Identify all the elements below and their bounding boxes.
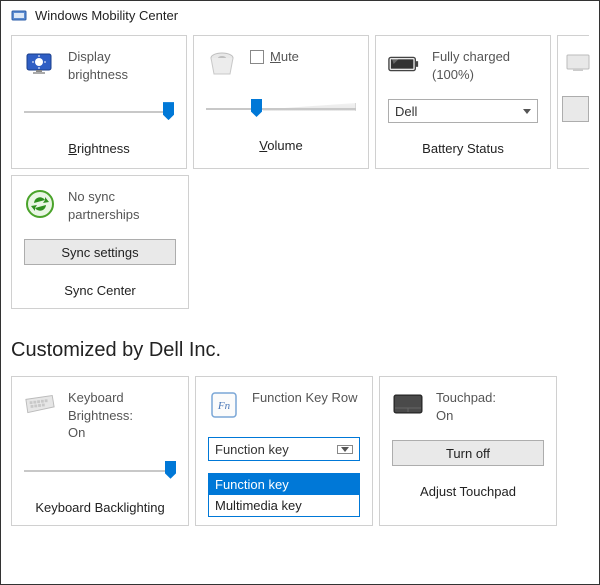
tile-control-area: [12, 89, 186, 131]
tile-touchpad: Touchpad: On Turn off Adjust Touchpad: [379, 376, 557, 526]
tile-footer: Keyboard Backlighting: [12, 490, 188, 525]
tile-header: Fully charged (100%): [376, 36, 550, 89]
label-line: partnerships: [68, 207, 140, 222]
slider-thumb[interactable]: [163, 102, 174, 120]
label-line: (100%): [432, 67, 474, 82]
tile-row-2: No sync partnerships Sync settings Sync …: [1, 169, 599, 309]
touchpad-icon: [392, 389, 424, 421]
label-line: Display: [68, 49, 111, 64]
chevron-down-icon: [523, 109, 531, 114]
speaker-icon: [206, 48, 238, 80]
tile-footer: Adjust Touchpad: [380, 474, 556, 509]
turn-off-touchpad-button[interactable]: Turn off: [392, 440, 544, 466]
tile-row-1: Display brightness Brightness: [1, 29, 599, 169]
sync-settings-button[interactable]: Sync settings: [24, 239, 176, 265]
tile-header: Mute: [194, 36, 368, 86]
tile-control-area: [12, 448, 188, 490]
slider-thumb[interactable]: [165, 461, 176, 479]
battery-icon: [388, 48, 420, 80]
tile-cutoff: [557, 35, 589, 169]
label-line: brightness: [68, 67, 128, 82]
button-label: Turn off: [446, 446, 490, 461]
brightness-icon: [24, 48, 56, 80]
tile-keyboard-backlighting: Keyboard Brightness: On Keyboard Backlig…: [11, 376, 189, 526]
tile-display-brightness: Display brightness Brightness: [11, 35, 187, 169]
tile-header: Touchpad: On: [380, 377, 556, 430]
label-line: Keyboard: [68, 390, 124, 405]
tile-control-area: Turn off: [380, 430, 556, 474]
label-line: Brightness:: [68, 408, 133, 423]
tile-control-area: Dell: [376, 89, 550, 131]
tile-label: No sync partnerships: [68, 188, 140, 223]
vendor-heading: Customized by Dell Inc.: [1, 309, 599, 370]
label-line: Fully charged: [432, 49, 510, 64]
tile-footer: Sync Center: [12, 273, 188, 308]
tile-header: No sync partnerships: [12, 176, 188, 229]
label-line: On: [68, 425, 85, 440]
footer-hotkey: B: [68, 141, 77, 156]
select-value: Function key: [215, 442, 289, 457]
label-line: No sync: [68, 189, 115, 204]
slider-thumb[interactable]: [251, 99, 262, 117]
svg-text:Fn: Fn: [217, 400, 231, 412]
power-plan-select[interactable]: Dell: [388, 99, 538, 123]
function-key-dropdown-list: Function key Multimedia key: [208, 473, 360, 517]
mobility-center-icon: [11, 7, 27, 23]
select-value: Dell: [395, 104, 417, 119]
tile-battery-status: Fully charged (100%) Dell Battery Status: [375, 35, 551, 169]
dropdown-option-function-key[interactable]: Function key: [209, 474, 359, 495]
footer-rest: rightness: [77, 141, 130, 156]
tile-header: [558, 36, 589, 86]
label-line: Touchpad:: [436, 390, 496, 405]
tile-header: Display brightness: [12, 36, 186, 89]
sync-icon: [24, 188, 56, 220]
tile-label: Fully charged (100%): [432, 48, 510, 83]
tile-label: Keyboard Brightness: On: [68, 389, 133, 442]
tile-footer: Volume: [194, 128, 368, 163]
tile-control-area: Function key: [196, 427, 372, 469]
function-key-select[interactable]: Function key: [208, 437, 360, 461]
window-title: Windows Mobility Center: [35, 8, 178, 23]
dropdown-button[interactable]: [337, 445, 353, 454]
button-label: Sync settings: [61, 245, 138, 260]
tile-label: Display brightness: [68, 48, 128, 83]
tile-footer: Battery Status: [376, 131, 550, 166]
tile-control-area: [194, 86, 368, 128]
dropdown-option-multimedia-key[interactable]: Multimedia key: [209, 495, 359, 516]
tile-control-area: Sync settings: [12, 229, 188, 273]
keyboard-brightness-slider[interactable]: [24, 461, 176, 479]
footer-rest: olume: [267, 138, 302, 153]
tile-function-key-row: Fn Function Key Row Function key Functio…: [195, 376, 373, 526]
tile-sync-center: No sync partnerships Sync settings Sync …: [11, 175, 189, 309]
title-bar: Windows Mobility Center: [1, 1, 599, 29]
mute-control: Mute: [250, 48, 299, 66]
volume-slider[interactable]: [206, 99, 356, 117]
tile-label: Function Key Row: [252, 389, 358, 407]
tile-label: Touchpad: On: [436, 389, 496, 424]
tile-header: Keyboard Brightness: On: [12, 377, 188, 448]
tile-footer: Brightness: [12, 131, 186, 166]
label-line: On: [436, 408, 453, 423]
screen-icon: [562, 48, 594, 80]
mute-label: Mute: [270, 48, 299, 66]
chevron-down-icon: [341, 447, 349, 452]
tile-row-3: Keyboard Brightness: On Keyboard Backlig…: [1, 370, 599, 526]
brightness-slider[interactable]: [24, 102, 174, 120]
keyboard-icon: [24, 389, 56, 421]
tile-header: Fn Function Key Row: [196, 377, 372, 427]
tile-volume: Mute Volume: [193, 35, 369, 169]
mute-checkbox[interactable]: [250, 50, 264, 64]
fn-key-icon: Fn: [208, 389, 240, 421]
